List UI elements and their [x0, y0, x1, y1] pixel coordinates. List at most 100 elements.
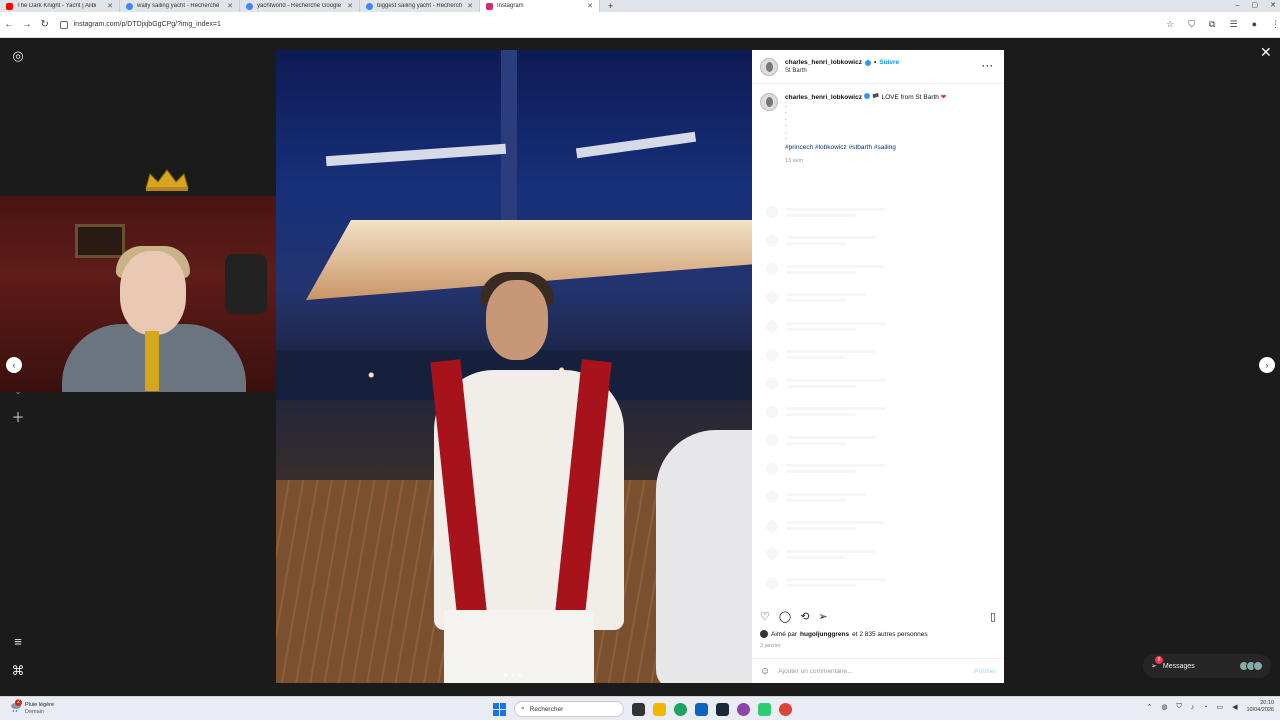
hashtags[interactable]: #princech #lobkowicz #stbarth #sailing [785, 144, 946, 153]
shield-icon[interactable]: ⛉ [1188, 19, 1195, 30]
browser-tab-4[interactable]: biggest sailing yacht - Recherch ✕ [360, 0, 480, 12]
app-icon[interactable] [758, 702, 771, 716]
post-location[interactable]: St Barth [785, 68, 899, 74]
steam-icon[interactable] [716, 702, 729, 716]
skeleton-row [766, 569, 966, 598]
post-image[interactable] [276, 50, 752, 683]
wall-painting [75, 224, 125, 258]
more-options-icon[interactable]: ··· [982, 61, 994, 71]
maximize-icon[interactable]: ▢ [1252, 0, 1259, 12]
security-icon[interactable]: ⛉ [1176, 703, 1181, 711]
skeleton-row [766, 227, 966, 256]
publish-button[interactable]: Publier [974, 668, 996, 675]
instagram-logo-icon[interactable]: ◎ [11, 49, 25, 63]
emoji-icon[interactable]: ☺ [760, 666, 770, 677]
close-tab-icon[interactable]: ✕ [107, 2, 113, 10]
minimize-icon[interactable]: – [1236, 0, 1240, 12]
post-details-panel: charles_henri_lobkowicz • Suivre St Bart… [752, 50, 1004, 683]
messages-button[interactable]: ➢ 8 Messages [1143, 654, 1271, 678]
close-modal-icon[interactable]: ✕ [1260, 44, 1272, 61]
clock[interactable]: 20:10 10/04/2026 [1246, 700, 1274, 714]
follow-button[interactable]: Suivre [879, 59, 899, 66]
close-window-icon[interactable]: ✕ [1270, 0, 1276, 12]
browser-tab-2[interactable]: wally sailing yacht - Recherche ✕ [120, 0, 240, 12]
wifi-icon[interactable]: ◔ [1203, 704, 1207, 711]
windows-start-icon[interactable] [493, 702, 506, 716]
carousel-dot[interactable] [511, 673, 515, 677]
create-plus-icon[interactable]: ＋ [11, 411, 25, 425]
site-info-icon[interactable] [59, 20, 68, 29]
volume-icon[interactable]: ◀ [1232, 703, 1237, 711]
avatar[interactable] [760, 93, 778, 111]
repost-icon[interactable]: ⟲ [800, 610, 809, 623]
skeleton-row [766, 455, 966, 484]
share-send-icon[interactable]: ➢ [818, 610, 827, 623]
windows-taskbar: 2 Pluie légère Demain ⌕ Rechercher ⌃ ◍ ⛉… [0, 696, 1280, 720]
reload-icon[interactable]: ↻ [36, 19, 54, 30]
browser-tab-3[interactable]: yachtworld - Recherche Google ✕ [240, 0, 360, 12]
avatar[interactable] [760, 57, 778, 76]
edge-icon[interactable] [674, 702, 687, 716]
browser-tab-1[interactable]: The Dark Knight - Yacht | Alibi ✕ [0, 0, 120, 12]
browser-tab-bar: The Dark Knight - Yacht | Alibi ✕ wally … [0, 0, 1280, 12]
carousel-dot[interactable] [504, 673, 508, 677]
comment-icon[interactable]: ◯ [779, 610, 791, 623]
carousel-dots [504, 673, 522, 677]
author-username[interactable]: charles_henri_lobkowicz [785, 59, 862, 66]
obs-icon[interactable] [737, 702, 750, 716]
network-icon[interactable]: ◍ [1161, 703, 1167, 711]
reading-list-icon[interactable]: ☰ [1229, 19, 1237, 30]
carousel-dot[interactable] [518, 673, 522, 677]
threads-icon[interactable]: ⌘ [11, 664, 25, 678]
messages-badge: 8 [1155, 656, 1163, 664]
webcam-overlay [0, 196, 308, 392]
liked-by-user[interactable]: hugoljunggrens [800, 631, 849, 638]
display-icon[interactable]: ▭ [1216, 703, 1223, 711]
man-head [486, 280, 548, 360]
close-tab-icon[interactable]: ✕ [347, 2, 353, 10]
messages-avatars [1239, 661, 1263, 671]
instagram-page: ◎ ♡ ＋ ≡ ⌘ [0, 38, 1280, 696]
store-icon[interactable] [695, 702, 708, 716]
chevron-up-icon[interactable]: ⌃ [1146, 703, 1152, 711]
back-icon[interactable]: ← [0, 19, 18, 30]
window-controls: – ▢ ✕ [1236, 0, 1276, 12]
weather-widget[interactable]: Pluie légère Demain [25, 702, 54, 716]
caption-text: 🏴 LOVE from St Barth [871, 94, 939, 101]
profile-icon[interactable]: ● [1252, 19, 1257, 30]
sail-boom [575, 131, 697, 159]
save-bookmark-icon[interactable]: ▯ [990, 610, 996, 623]
microphone-icon[interactable]: ♪ [1191, 704, 1195, 711]
caption-username[interactable]: charles_henri_lobkowicz [785, 94, 862, 101]
extensions-icon[interactable]: ⧉ [1209, 19, 1215, 30]
skeleton-row [766, 198, 966, 227]
more-menu-icon[interactable]: ≡ [11, 635, 25, 649]
skeleton-row [766, 398, 966, 427]
prev-post-chevron-left-icon[interactable]: ‹ [6, 357, 22, 373]
heart-emoji: ❤ [940, 94, 947, 101]
next-post-chevron-right-icon[interactable]: › [1259, 357, 1275, 373]
weather-badge: 2 [15, 699, 22, 706]
close-tab-icon[interactable]: ✕ [227, 2, 233, 10]
system-tray: ⌃ ◍ ⛉ ♪ ◔ ▭ ◀ 20:10 10/04/2026 [1146, 700, 1274, 714]
like-heart-icon[interactable]: ♡ [760, 610, 770, 623]
url-field[interactable]: instagram.com/p/DTDjxjbGgCPg/?img_index=… [59, 16, 1143, 34]
new-tab-button[interactable]: + [600, 0, 621, 12]
likes-count[interactable]: et 2 835 autres personnes [852, 631, 928, 638]
comments-loading-skeleton [766, 198, 966, 597]
close-tab-icon[interactable]: ✕ [467, 2, 473, 10]
browser-tab-instagram[interactable]: Instagram ✕ [480, 0, 600, 12]
liker-avatar[interactable] [760, 630, 768, 638]
close-tab-icon[interactable]: ✕ [587, 2, 593, 10]
bookmark-star-icon[interactable]: ☆ [1166, 19, 1174, 30]
likes-summary: Aimé par hugoljunggrens et 2 835 autres … [760, 630, 928, 638]
youtube-icon [6, 2, 13, 10]
forward-icon[interactable]: → [18, 19, 36, 30]
task-view-icon[interactable] [632, 702, 645, 716]
menu-icon[interactable]: ⋮ [1271, 19, 1280, 30]
file-explorer-icon[interactable] [653, 702, 666, 716]
comment-composer: ☺ Ajouter un commentaire... Publier [752, 658, 1004, 683]
chrome-icon[interactable] [779, 702, 792, 716]
taskbar-search[interactable]: ⌕ Rechercher [514, 701, 624, 717]
comment-input[interactable]: Ajouter un commentaire... [778, 668, 852, 675]
